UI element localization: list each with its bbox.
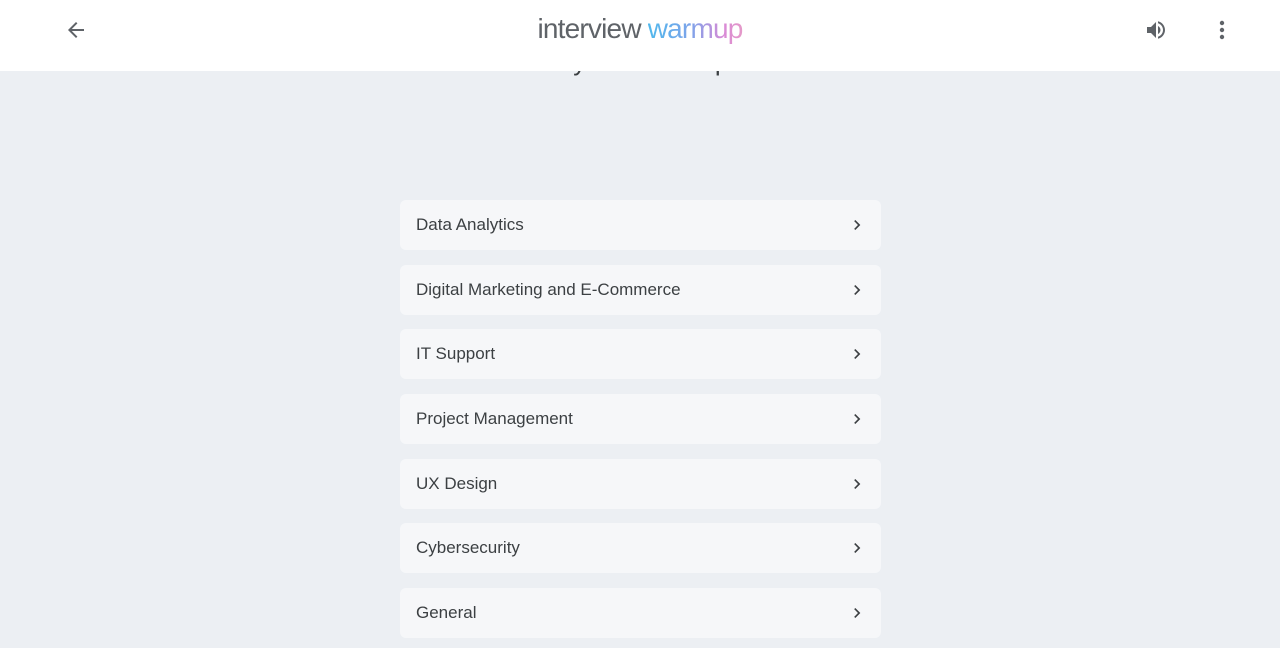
volume-button[interactable] [1140,14,1172,46]
chevron-right-icon [854,414,861,425]
field-item-digital-marketing[interactable]: Digital Marketing and E-Commerce [400,264,881,315]
field-item-label: General [416,603,477,623]
chevron-right-icon [854,608,861,619]
logo-word-warmup: warmup [647,13,744,44]
more-options-button[interactable] [1206,14,1238,46]
volume-up-icon [1147,21,1165,39]
field-item-label: UX Design [416,473,498,493]
field-item-cybersecurity[interactable]: Cybersecurity [400,523,881,574]
field-item-data-analytics[interactable]: Data Analytics [400,200,881,250]
field-item-label: Project Management [416,409,573,429]
chevron-right-icon [854,543,861,554]
field-item-project-management[interactable]: Project Management [400,394,881,445]
app-logo: interview warmup [0,12,1280,46]
field-item-label: IT Support [416,344,496,364]
field-item-ux-design[interactable]: UX Design [400,458,881,509]
field-item-label: Digital Marketing and E-Commerce [416,279,681,299]
field-list: Data Analytics Digital Marketing and E-C… [400,200,881,648]
field-item-label: Cybersecurity [416,538,520,558]
logo-word-interview: interview [537,13,641,44]
page: interview warmup Let’s select your field… [0,0,1280,648]
field-item-it-support[interactable]: IT Support [400,329,881,380]
chevron-right-icon [854,349,861,360]
top-app-bar: interview warmup [0,0,1280,71]
more-vert-icon [1219,20,1225,40]
chevron-right-icon [854,284,861,295]
field-item-label: Data Analytics [416,215,524,234]
field-item-general[interactable]: General [400,588,881,639]
chevron-right-icon [854,220,861,230]
chevron-right-icon [854,478,861,489]
